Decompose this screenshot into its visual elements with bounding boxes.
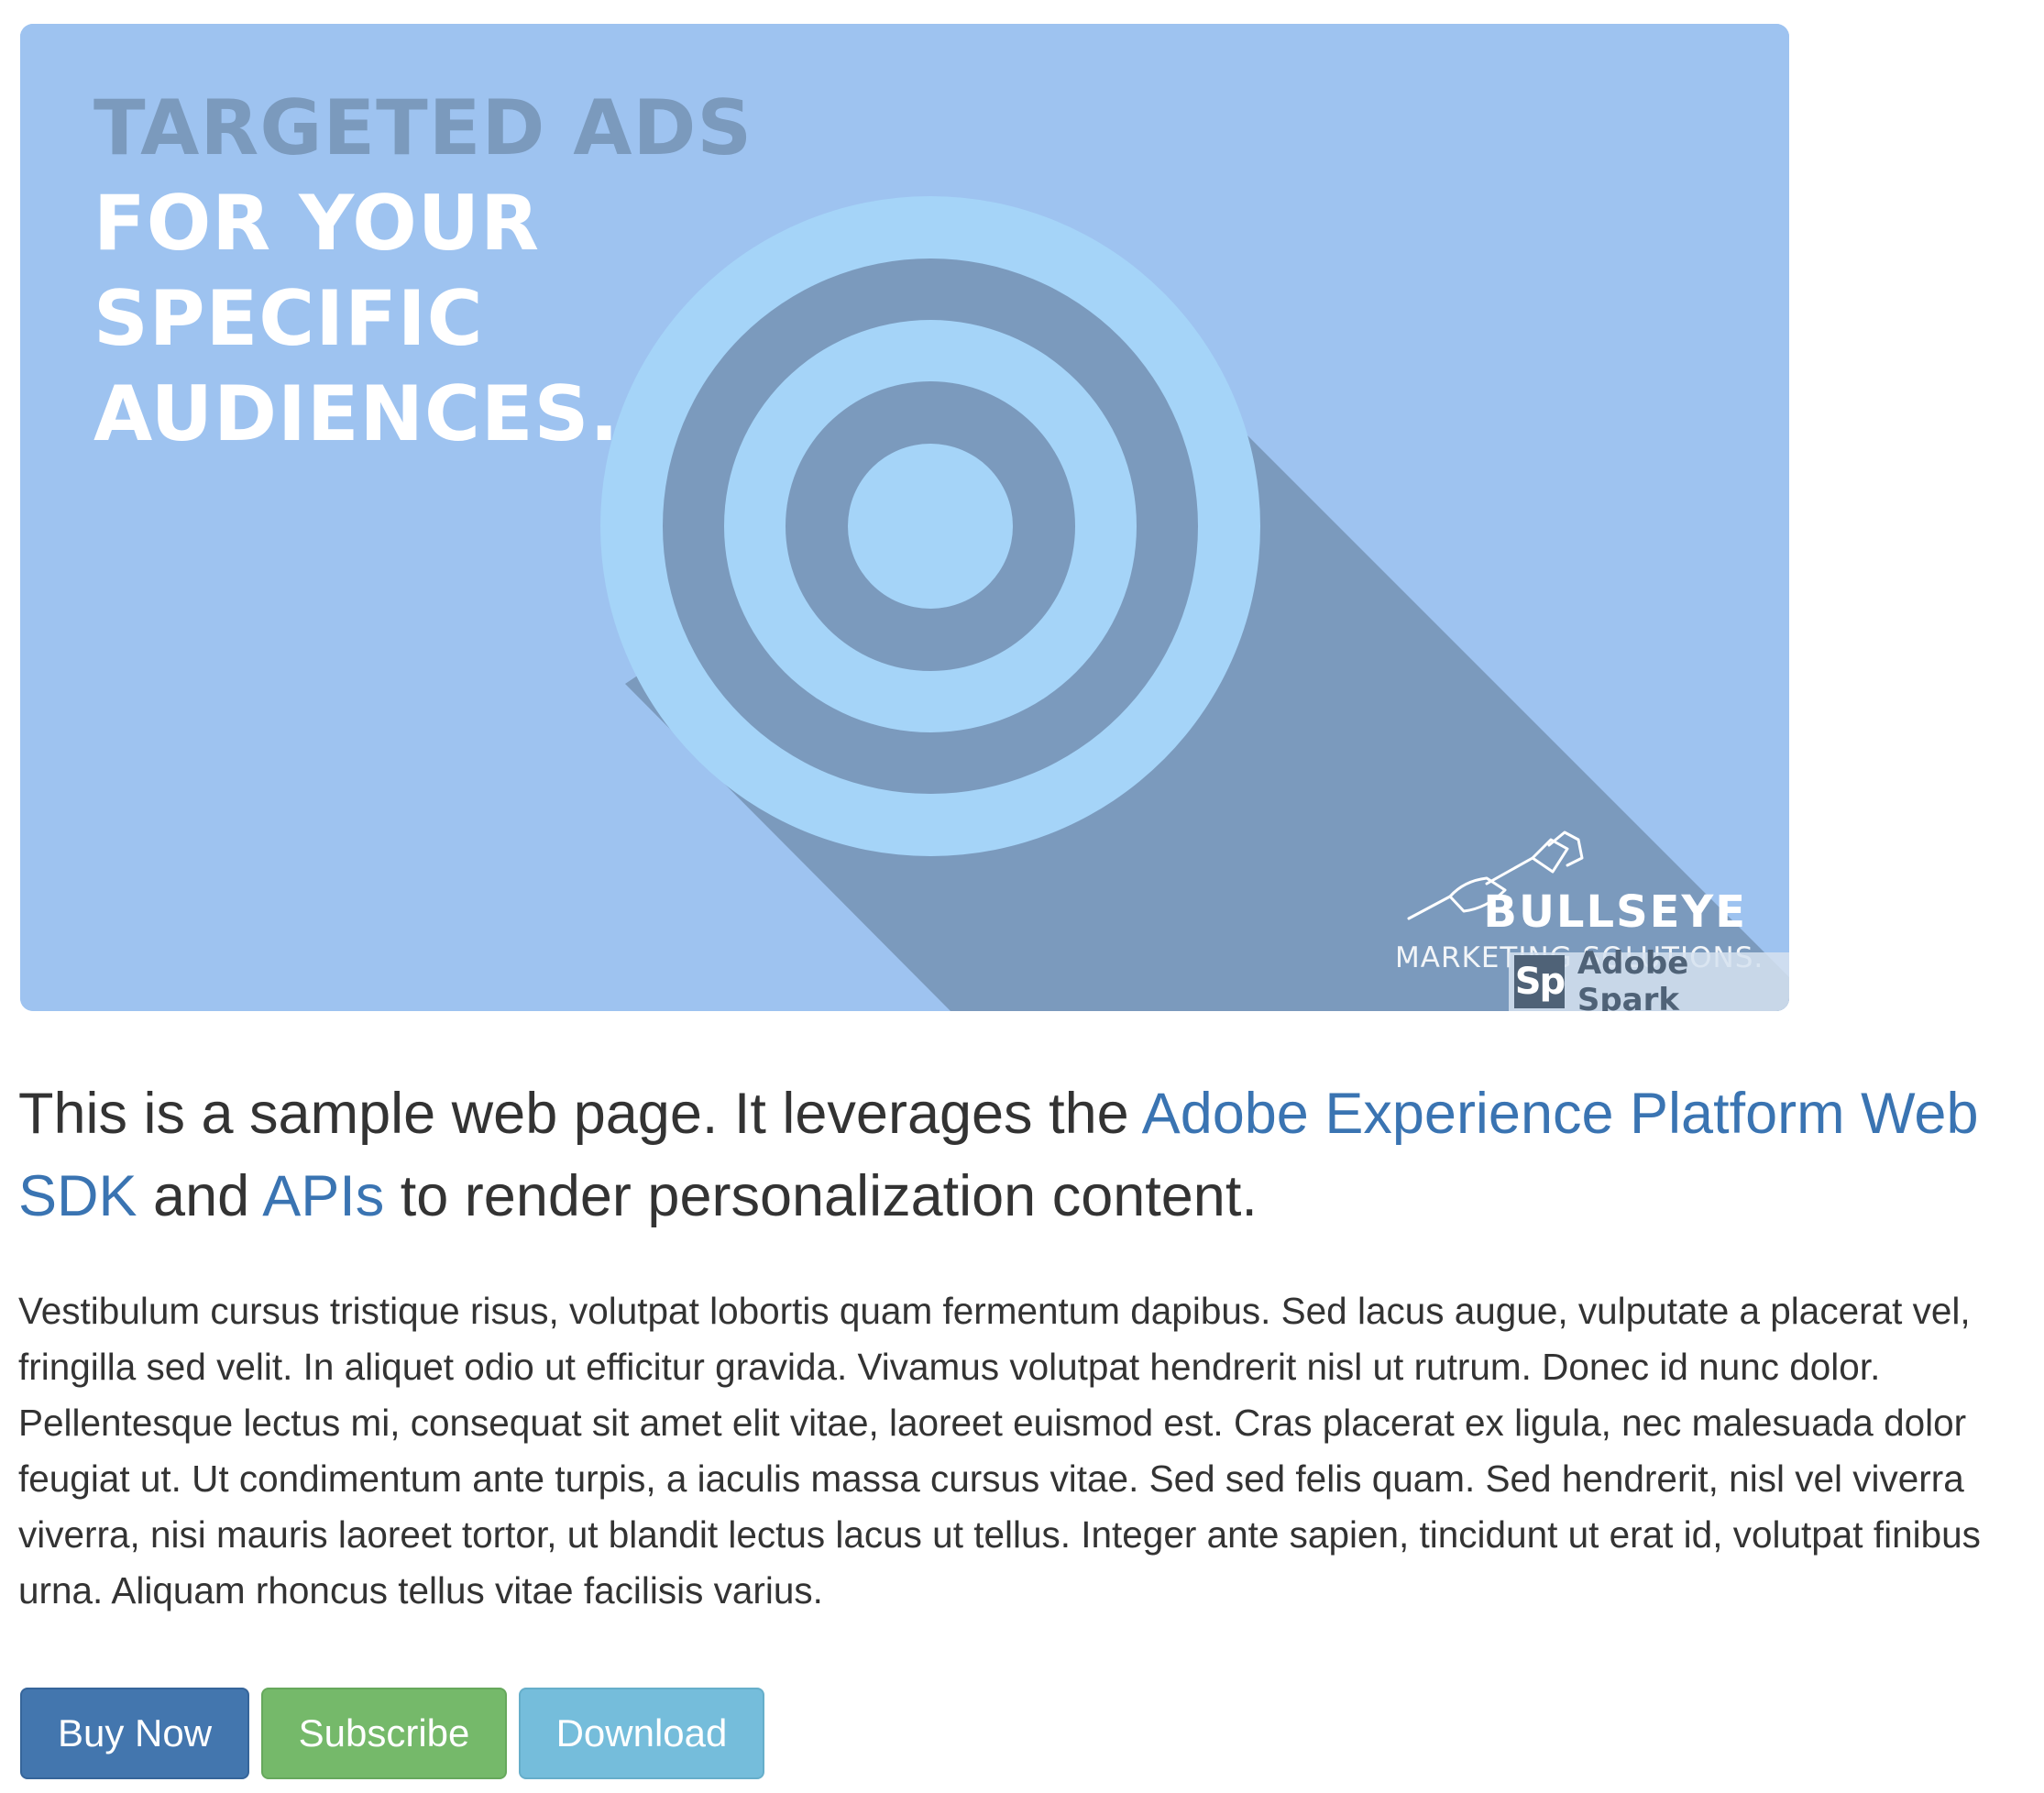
buy-now-button[interactable]: Buy Now <box>20 1688 249 1779</box>
lead-paragraph: This is a sample web page. It leverages … <box>18 1072 2026 1238</box>
adobe-spark-label: Adobe Spark <box>1577 945 1689 1011</box>
adobe-spark-logo-icon: Sp <box>1514 955 1566 1008</box>
headline-line-1: TARGETED ADS <box>93 83 753 172</box>
body-paragraph: Vestibulum cursus tristique risus, volut… <box>18 1290 1981 1612</box>
download-button[interactable]: Download <box>519 1688 764 1779</box>
lead-text-before: This is a sample web page. It leverages … <box>18 1082 1142 1146</box>
headline-line-4: AUDIENCES. <box>93 369 620 458</box>
action-buttons: Buy Now Subscribe Download <box>20 1688 764 1779</box>
lead-text-after: to render personalization content. <box>384 1164 1258 1228</box>
hero-banner-image: TARGETED ADS FOR YOUR SPECIFIC AUDIENCES… <box>20 24 1789 1011</box>
lead-text-middle: and <box>137 1164 263 1228</box>
subscribe-button[interactable]: Subscribe <box>261 1688 507 1779</box>
headline-line-3: SPECIFIC <box>93 274 484 363</box>
hero-headline: TARGETED ADS FOR YOUR SPECIFIC AUDIENCES… <box>93 81 753 462</box>
apis-link[interactable]: APIs <box>262 1164 384 1228</box>
adobe-spark-badge: Sp Adobe Spark <box>1509 945 1789 1011</box>
brand-name: BULLSEYE <box>1483 886 1747 938</box>
headline-line-2: FOR YOUR <box>93 179 541 268</box>
page: TARGETED ADS FOR YOUR SPECIFIC AUDIENCES… <box>0 0 2044 1793</box>
